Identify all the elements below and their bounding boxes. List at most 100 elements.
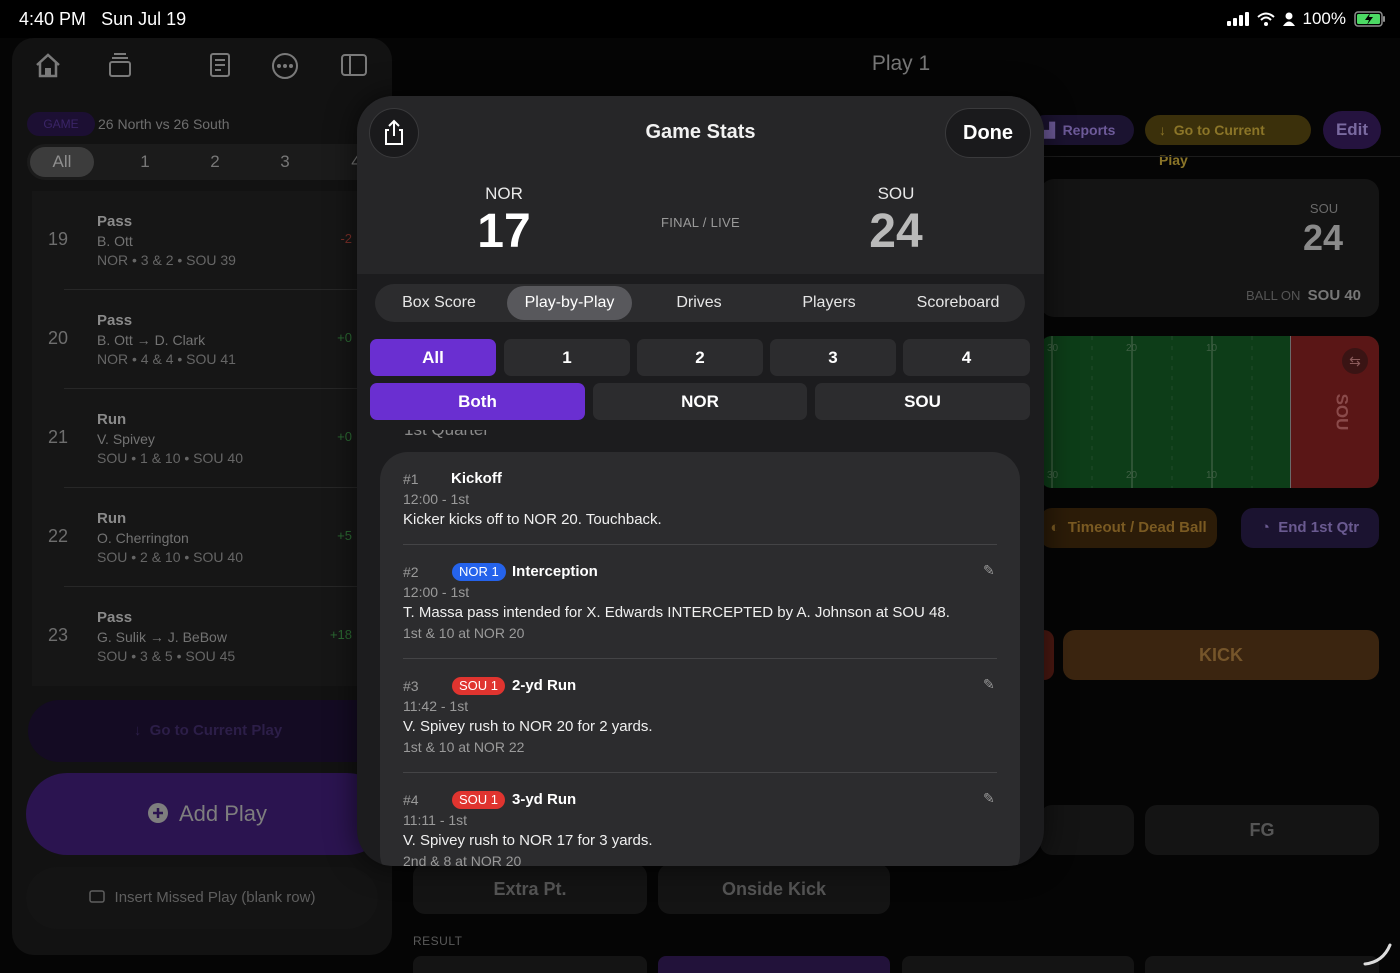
- quarter-filter-4[interactable]: 4: [903, 339, 1030, 376]
- add-play-button[interactable]: Add Play: [26, 773, 388, 855]
- entry-number: #3: [403, 678, 419, 694]
- play-yards: +0: [337, 429, 352, 444]
- entry-title: 3-yd Run: [512, 791, 577, 808]
- football-field[interactable]: 30 20 10 30 20 10 SOU ⇆: [1040, 336, 1379, 488]
- team-filter-sou[interactable]: SOU: [815, 383, 1030, 420]
- play-situation: NOR • 3 & 2 • SOU 39: [97, 252, 236, 268]
- team-drive-badge: SOU 1: [452, 791, 506, 809]
- team-filter-nor[interactable]: NOR: [593, 383, 807, 420]
- entry-time: 11:42 - 1st: [403, 698, 469, 714]
- ball-on-label: BALL ON: [1246, 288, 1301, 303]
- tab-box-score[interactable]: Box Score: [383, 286, 495, 320]
- end-quarter-button[interactable]: ◔ End 1st Qtr: [1241, 508, 1379, 548]
- tab-players[interactable]: Players: [773, 286, 885, 320]
- status-clock: 4:40 PM: [19, 9, 87, 29]
- team-filter-both[interactable]: Both: [370, 383, 585, 420]
- resize-handle-icon[interactable]: [1363, 942, 1393, 966]
- play-yards: +18: [329, 627, 352, 642]
- play-players: G. Sulik → J. BeBow: [97, 629, 227, 645]
- entry-situation: 2nd & 8 at NOR 20: [403, 853, 522, 866]
- share-button[interactable]: [369, 108, 419, 158]
- tab-play-by-play[interactable]: Play-by-Play: [507, 286, 632, 320]
- play-type: Pass: [97, 312, 133, 329]
- entry-number: #4: [403, 792, 419, 808]
- timeout-icon: ◐: [1050, 519, 1060, 536]
- play-type: Pass: [97, 213, 133, 230]
- home-icon[interactable]: [30, 52, 66, 85]
- yard-label: 20: [1126, 470, 1138, 481]
- timeout-dead-ball-button[interactable]: ◐ Timeout / Dead Ball: [1040, 508, 1217, 548]
- play-yards: +0: [337, 330, 352, 345]
- play-row[interactable]: 23 Pass G. Sulik → J. BeBow SOU • 3 & 5 …: [32, 587, 362, 686]
- onside-kick-button[interactable]: Onside Kick: [658, 864, 890, 914]
- game-status: FINAL / LIVE: [661, 215, 740, 230]
- result-option-partial[interactable]: [902, 956, 1134, 973]
- go-current-header-label: Go to Current Play: [1159, 122, 1265, 168]
- away-team-score: 24: [869, 205, 923, 258]
- quarter-filter-1[interactable]: 1: [504, 339, 630, 376]
- status-date: Sun Jul 19: [101, 9, 187, 29]
- quarter-filter-all[interactable]: All: [30, 147, 94, 177]
- play-row[interactable]: 21 Run V. Spivey SOU • 1 & 10 • SOU 40 +…: [32, 389, 362, 488]
- extra-point-button[interactable]: Extra Pt.: [413, 864, 647, 914]
- swap-direction-icon[interactable]: ⇆: [1342, 348, 1368, 374]
- game-stats-modal: Game Stats Done NOR 17 FINAL / LIVE SOU …: [357, 96, 1044, 866]
- play-situation: SOU • 3 & 5 • SOU 45: [97, 648, 236, 664]
- yard-label: 10: [1206, 343, 1218, 354]
- more-icon[interactable]: [267, 52, 303, 87]
- clock-icon: ◔: [1260, 519, 1270, 536]
- chart-icon: ▟: [1044, 122, 1055, 138]
- play-by-play-entry[interactable]: #3 SOU 1 2-yd Run ✎ 11:42 - 1st V. Spive…: [380, 659, 1020, 773]
- quarter-filter-3[interactable]: 3: [253, 147, 317, 177]
- play-by-play-entry[interactable]: #1 Kickoff 12:00 - 1st Kicker kicks off …: [380, 452, 1020, 544]
- play-row[interactable]: 22 Run O. Cherrington SOU • 2 & 10 • SOU…: [32, 488, 362, 587]
- play-row[interactable]: 20 Pass B. Ott → D. Clark NOR • 4 & 4 • …: [32, 290, 362, 389]
- play-yards: -2: [340, 231, 352, 246]
- stack-icon[interactable]: [102, 52, 138, 85]
- result-section-label: RESULT: [413, 934, 463, 948]
- edit-pencil-icon[interactable]: ✎: [983, 562, 995, 579]
- field-goal-button[interactable]: FG: [1145, 805, 1379, 855]
- download-icon: ↓: [133, 722, 142, 739]
- quarter-filter-all[interactable]: All: [370, 339, 496, 376]
- insert-missed-play-button[interactable]: Insert Missed Play (blank row): [26, 867, 378, 929]
- go-to-current-play-header-button[interactable]: ↓ Go to Current Play: [1145, 115, 1311, 168]
- edit-button[interactable]: Edit: [1323, 111, 1381, 149]
- entry-number: #2: [403, 564, 419, 580]
- quarter-filter-2[interactable]: 2: [637, 339, 763, 376]
- result-option-partial[interactable]: [1145, 956, 1379, 973]
- download-icon: ↓: [1159, 122, 1166, 138]
- done-button[interactable]: Done: [945, 108, 1031, 158]
- entry-time: 12:00 - 1st: [403, 491, 470, 507]
- kick-button[interactable]: KICK: [1063, 630, 1379, 680]
- quarter-filter-3[interactable]: 3: [770, 339, 896, 376]
- plays-sidebar: GAME 26 North vs 26 South All 1 2 3 4 19…: [12, 38, 392, 955]
- team-drive-badge: SOU 1: [452, 677, 506, 695]
- away-team-score: 24: [1302, 217, 1344, 258]
- play-by-play-entry[interactable]: #4 SOU 1 3-yd Run ✎ 11:11 - 1st V. Spive…: [380, 773, 1020, 866]
- result-option-partial[interactable]: [658, 956, 890, 973]
- filter-bar-shadow: [357, 422, 1044, 430]
- edit-pencil-icon[interactable]: ✎: [983, 676, 995, 693]
- play-by-play-list: #1 Kickoff 12:00 - 1st Kicker kicks off …: [380, 452, 1020, 866]
- edit-pencil-icon[interactable]: ✎: [983, 790, 995, 807]
- play-row[interactable]: 19 Pass B. Ott NOR • 3 & 2 • SOU 39 -2: [32, 191, 362, 290]
- game-badge: GAME: [27, 112, 95, 136]
- reports-button[interactable]: ▟ Reports: [1030, 115, 1134, 145]
- tab-scoreboard[interactable]: Scoreboard: [898, 286, 1018, 320]
- play-by-play-entry[interactable]: #2 NOR 1 Interception ✎ 12:00 - 1st T. M…: [380, 545, 1020, 659]
- stats-tabs: Box Score Play-by-Play Drives Players Sc…: [375, 284, 1025, 322]
- entry-time: 11:11 - 1st: [403, 812, 468, 828]
- play-players: B. Ott: [97, 233, 133, 249]
- tab-drives[interactable]: Drives: [643, 286, 755, 320]
- person-icon: [1282, 12, 1295, 26]
- result-option-partial[interactable]: [413, 956, 647, 973]
- go-to-current-play-button[interactable]: ↓ Go to Current Play: [28, 700, 388, 762]
- quarter-filter-1[interactable]: 1: [113, 147, 177, 177]
- document-icon[interactable]: [202, 52, 238, 85]
- quarter-filter-2[interactable]: 2: [183, 147, 247, 177]
- option-button-partial[interactable]: [1040, 805, 1134, 855]
- sidebar-toggle-icon[interactable]: [336, 52, 372, 83]
- entry-description: Kicker kicks off to NOR 20. Touchback.: [403, 511, 662, 528]
- entry-description: T. Massa pass intended for X. Edwards IN…: [403, 604, 950, 621]
